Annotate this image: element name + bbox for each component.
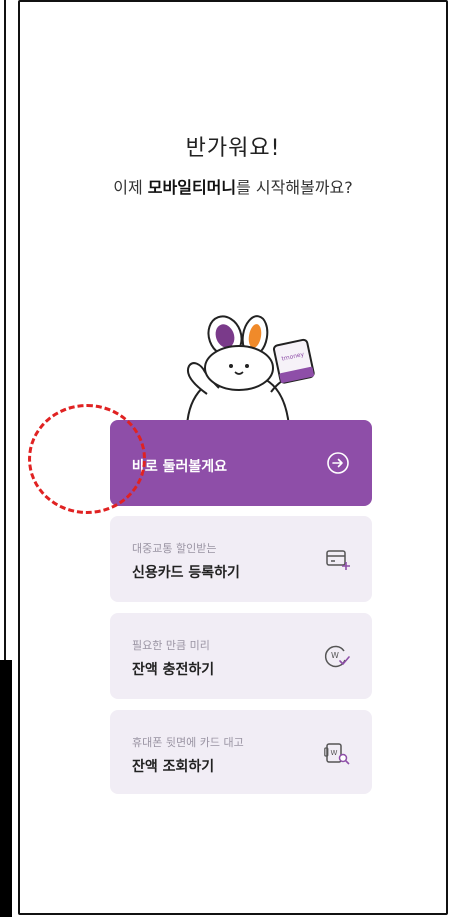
card-plus-icon xyxy=(326,550,350,570)
charge-balance-button[interactable]: 필요한 만큼 미리 잔액 충전하기 W xyxy=(110,613,372,699)
arrow-circle-right-icon xyxy=(327,452,349,474)
greeting: 반가워요! 이제 모바일티머니를 시작해볼까요? xyxy=(20,130,446,198)
browse-now-label: 바로 둘러볼게요 xyxy=(132,459,228,475)
bunny-mascot-illustration: tmoney xyxy=(185,315,315,426)
greeting-subtitle-prefix: 이제 xyxy=(113,178,148,197)
left-edge-block xyxy=(0,660,12,917)
left-edge xyxy=(0,0,16,917)
check-balance-label: 잔액 조회하기 xyxy=(132,759,215,775)
svg-text:W: W xyxy=(331,749,338,757)
coin-check-icon: W xyxy=(324,645,350,668)
greeting-brand: 모바일티머니 xyxy=(147,178,237,197)
greeting-subtitle: 이제 모바일티머니를 시작해볼까요? xyxy=(20,174,446,198)
screenshot-page: 반가워요! 이제 모바일티머니를 시작해볼까요? tmoney 바로 둘러볼게요… xyxy=(0,0,450,917)
register-credit-card-button[interactable]: 대중교통 할인받는 신용카드 등록하기 xyxy=(110,516,372,602)
check-balance-button[interactable]: 휴대폰 뒷면에 카드 대고 잔액 조회하기 W xyxy=(110,710,372,794)
greeting-title: 반가워요! xyxy=(185,136,281,161)
check-balance-caption: 휴대폰 뒷면에 카드 대고 xyxy=(132,736,244,749)
register-credit-card-caption: 대중교통 할인받는 xyxy=(132,542,217,555)
greeting-subtitle-suffix: 를 시작해볼까요? xyxy=(236,178,353,197)
annotation-circle xyxy=(28,404,146,514)
svg-text:W: W xyxy=(331,651,339,660)
charge-balance-caption: 필요한 만큼 미리 xyxy=(132,639,210,652)
phone-search-icon: W xyxy=(324,743,350,765)
charge-balance-label: 잔액 충전하기 xyxy=(132,662,215,678)
register-credit-card-label: 신용카드 등록하기 xyxy=(132,565,240,581)
browse-now-button[interactable]: 바로 둘러볼게요 xyxy=(110,420,372,506)
